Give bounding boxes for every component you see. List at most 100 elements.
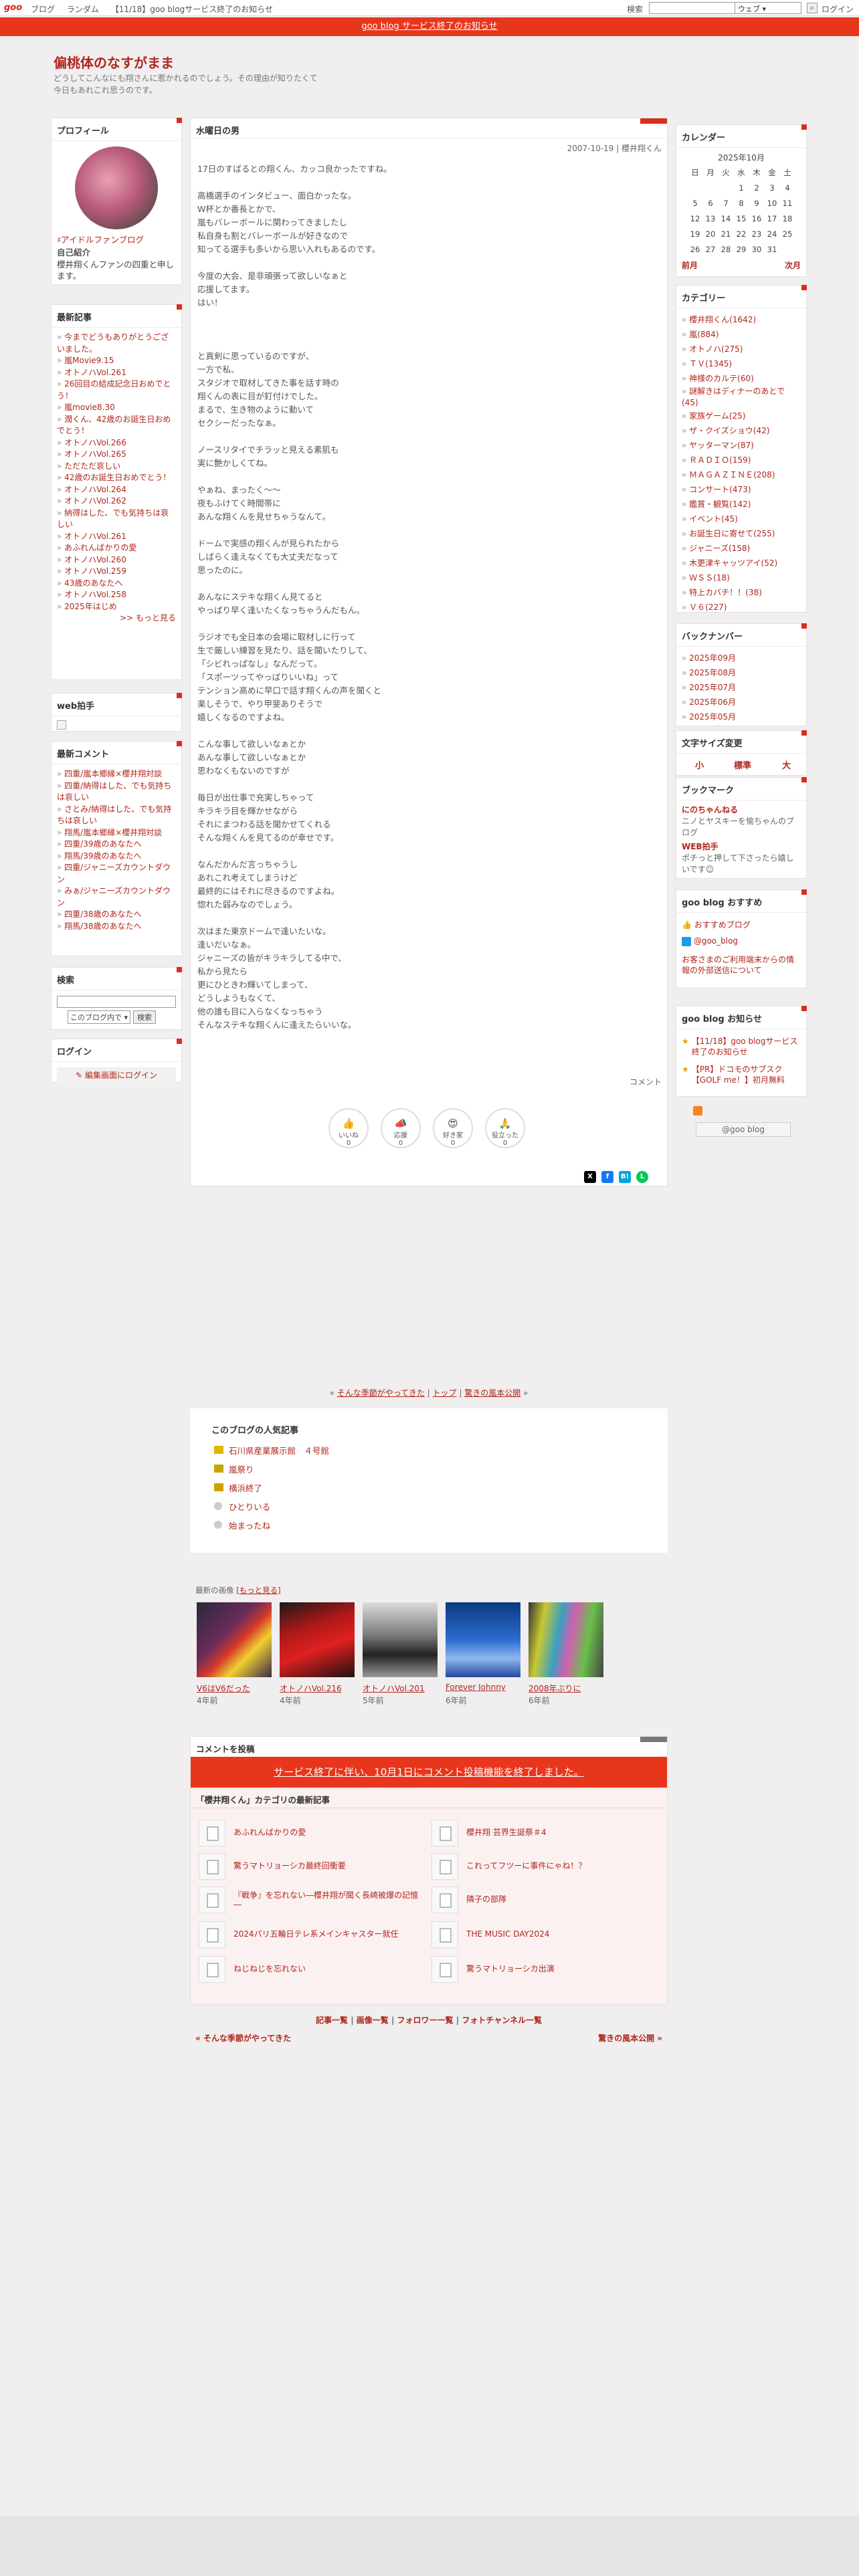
recommend-blog-link[interactable]: おすすめブログ: [694, 920, 751, 930]
line-share-icon[interactable]: L: [636, 1171, 648, 1183]
popular-item[interactable]: 嵐祭り: [229, 1465, 254, 1475]
category-item[interactable]: 神様のカルテ(60): [682, 371, 801, 386]
backnumber-item[interactable]: 2025年08月: [682, 665, 801, 680]
list-item[interactable]: 潤くん、42歳のお誕生日おめでとう！: [57, 414, 176, 437]
image-thumbnail[interactable]: [280, 1602, 355, 1677]
blog-title[interactable]: 偏桃体のなすがまま: [54, 52, 174, 72]
comment-item[interactable]: 四重/嵐本郷縁×櫻井翔対談: [57, 768, 176, 780]
webclap-image-icon[interactable]: [57, 720, 66, 730]
list-item[interactable]: あふれんばかりの愛: [57, 542, 176, 554]
hatena-share-icon[interactable]: B!: [619, 1171, 631, 1183]
footer-image-list[interactable]: 画像一覧: [357, 2016, 389, 2025]
list-item[interactable]: オトノハVol.264: [57, 484, 176, 496]
popular-item[interactable]: 横浜終了: [229, 1483, 262, 1493]
list-item[interactable]: オトノハVol.261: [57, 531, 176, 543]
list-item[interactable]: オトノハVol.266: [57, 437, 176, 449]
reaction-helpful-button[interactable]: 🙏 役立った 0: [485, 1108, 525, 1148]
list-item[interactable]: オトノハVol.258: [57, 589, 176, 601]
image-title[interactable]: オトノハVol.216: [280, 1683, 355, 1694]
list-item[interactable]: 今までどうもありがとうございました。: [57, 332, 176, 355]
category-item[interactable]: ジャニーズ(158): [682, 541, 801, 556]
nav-blog[interactable]: ブログ: [31, 5, 55, 14]
comment-item[interactable]: 翔馬/39歳のあなたへ: [57, 851, 176, 863]
avatar[interactable]: [75, 146, 158, 229]
backnumber-item[interactable]: 2025年09月: [682, 651, 801, 665]
category-item[interactable]: 家族ゲーム(25): [682, 409, 801, 423]
footer-prev-link[interactable]: « そんな季節がやってきた: [195, 2032, 291, 2044]
category-item[interactable]: オトノハ(275): [682, 342, 801, 356]
category-item[interactable]: ヤッターマン(87): [682, 438, 801, 453]
edit-login-link[interactable]: 編集画面にログイン: [85, 1071, 157, 1080]
service-end-banner[interactable]: goo blog サービス終了のお知らせ: [0, 17, 859, 36]
x-share-icon[interactable]: X: [584, 1171, 596, 1183]
category-item[interactable]: お誕生日に寄せて(255): [682, 526, 801, 541]
category-item[interactable]: ザ・クイズショウ(42): [682, 423, 801, 438]
image-thumbnail[interactable]: [446, 1602, 520, 1677]
list-item[interactable]: 43歳のあなたへ: [57, 578, 176, 590]
latest-article-link[interactable]: THE MUSIC DAY2024: [432, 1921, 656, 1951]
comment-item[interactable]: 四重/39歳のあなたへ: [57, 839, 176, 851]
font-small-button[interactable]: 小: [695, 758, 704, 771]
latest-article-link[interactable]: 『戦争』を忘れない―櫻井翔が聞く長崎被爆の記憶―: [199, 1887, 423, 1916]
comment-item[interactable]: 四重/ジャニーズカウントダウン: [57, 862, 176, 885]
reaction-support-button[interactable]: 📣 応援 0: [381, 1108, 421, 1148]
image-title[interactable]: 2008年ぶりに: [529, 1683, 603, 1694]
footer-follower-list[interactable]: フォロワー一覧: [397, 2016, 454, 2025]
blog-search-scope[interactable]: このブログ内で ▾: [68, 1010, 131, 1024]
list-item[interactable]: 嵐movie8.30: [57, 402, 176, 414]
pager-next-link[interactable]: 驚きの風本公開: [464, 1388, 520, 1398]
category-item[interactable]: 特上カバチ！！(38): [682, 585, 801, 600]
image-title[interactable]: V6はV6だった: [197, 1683, 272, 1694]
list-item[interactable]: オトノハVol.262: [57, 496, 176, 508]
facebook-share-icon[interactable]: f: [601, 1171, 613, 1183]
category-item[interactable]: ＭＡＧＡＺＩＮＥ(208): [682, 467, 801, 482]
calendar-next-month[interactable]: 次月: [785, 259, 801, 271]
nav-random[interactable]: ランダム: [67, 5, 99, 14]
image-thumbnail[interactable]: [363, 1602, 438, 1677]
comment-closed-notice[interactable]: サービス終了に伴い、10月1日にコメント投稿機能を終了しました。: [191, 1757, 667, 1788]
list-item[interactable]: オトノハVol.259: [57, 566, 176, 578]
pager-prev-link[interactable]: そんな季節がやってきた: [337, 1388, 425, 1398]
bookmark-link[interactable]: WEB拍手: [682, 841, 801, 853]
list-item[interactable]: オトノハVol.265: [57, 449, 176, 461]
goo-twitter-link[interactable]: @goo_blog: [694, 936, 738, 946]
font-medium-button[interactable]: 標準: [734, 758, 751, 771]
footer-article-list[interactable]: 記事一覧: [316, 2016, 348, 2025]
list-item[interactable]: 納得はした、でも気持ちは哀しい: [57, 508, 176, 531]
fan-category-link[interactable]: ♯アイドルファンブログ: [57, 233, 176, 246]
popular-item[interactable]: ひとりいる: [229, 1502, 270, 1512]
latest-article-link[interactable]: 櫻井翔 芸界生誕祭＃4: [432, 1820, 656, 1849]
popular-item[interactable]: 始まったね: [229, 1521, 270, 1531]
latest-article-link[interactable]: これってフツーに事件にゃね！？: [432, 1853, 656, 1883]
comment-item[interactable]: みぁ/ジャニーズカウントダウン: [57, 885, 176, 909]
footer-photo-channel-list[interactable]: フォトチャンネル一覧: [462, 2016, 542, 2025]
blog-search-input[interactable]: [57, 996, 176, 1008]
list-item[interactable]: 26回目の結成記念日おめでとう！: [57, 379, 176, 402]
latest-article-link[interactable]: 驚うマトリョーシカ最終回衝要: [199, 1853, 423, 1883]
category-item[interactable]: 鑑賞・観覧(142): [682, 497, 801, 512]
reaction-love-button[interactable]: 😍 好き家 0: [433, 1108, 473, 1148]
recent-more-link[interactable]: >> もっと見る: [57, 613, 176, 625]
latest-article-link[interactable]: ねじねじを忘れない: [199, 1956, 423, 1985]
comment-item[interactable]: 四重/38歳のあなたへ: [57, 909, 176, 921]
search-scope-select[interactable]: ウェブ ▾: [735, 2, 801, 14]
category-item[interactable]: Ｖ６(227): [682, 600, 801, 615]
image-title[interactable]: オトノハVol.201: [363, 1683, 438, 1694]
list-item[interactable]: 2025年はじめ: [57, 601, 176, 613]
category-item[interactable]: ＲＡＤＩＯ(159): [682, 453, 801, 467]
list-item[interactable]: ただただ哀しい: [57, 461, 176, 473]
latest-article-link[interactable]: 驚うマトリョーシカ出演: [432, 1956, 656, 1985]
category-item[interactable]: ＴＶ(1345): [682, 356, 801, 371]
reaction-like-button[interactable]: 👍 いいね 0: [328, 1108, 369, 1148]
calendar-prev-month[interactable]: 前月: [682, 259, 698, 271]
comment-item[interactable]: 翔馬/38歳のあなたへ: [57, 921, 176, 933]
footer-next-link[interactable]: 驚きの風本公開 »: [598, 2032, 662, 2044]
goo-logo[interactable]: goo: [4, 3, 22, 13]
list-item[interactable]: オトノハVol.260: [57, 554, 176, 566]
category-item[interactable]: 嵐(884): [682, 327, 801, 342]
comment-item[interactable]: 四重/納得はした、でも気持ちは哀しい: [57, 780, 176, 804]
list-item[interactable]: 42歳のお誕生日おめでとう！: [57, 472, 176, 484]
popular-item[interactable]: 石川県産業展示館 ４号館: [229, 1446, 329, 1456]
search-icon[interactable]: ⌕: [807, 3, 818, 13]
list-item[interactable]: 嵐Movie9.15: [57, 355, 176, 367]
